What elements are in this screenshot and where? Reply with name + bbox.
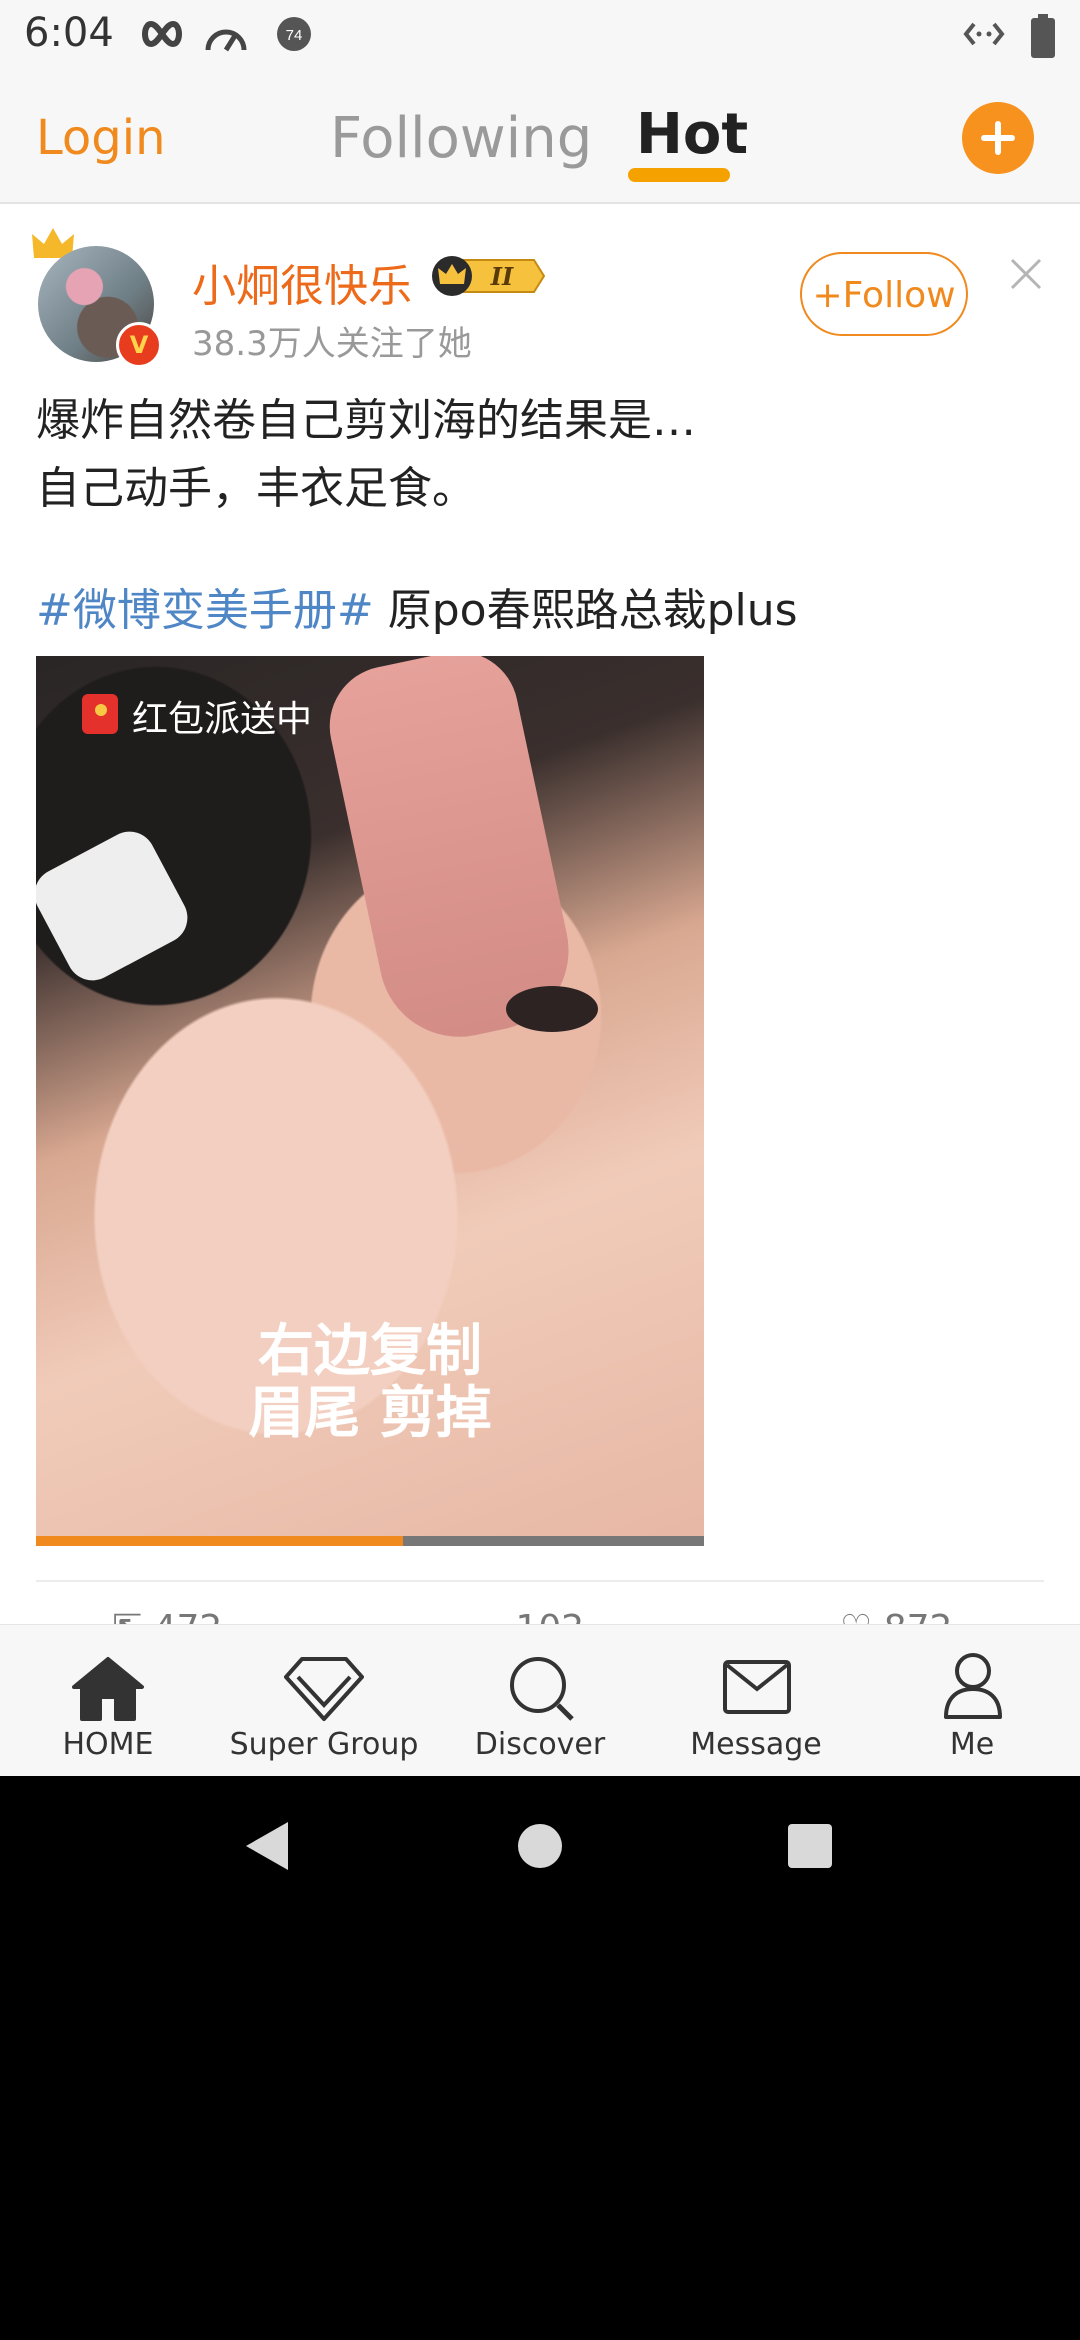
status-bar: 6:04 74 [0,0,1080,72]
diamond-icon [282,1653,366,1727]
tab-home[interactable]: HOME [0,1625,216,1776]
tab-hot[interactable]: Hot [636,102,748,167]
status-time: 6:04 [24,10,114,56]
tab-discover-label: Discover [474,1727,606,1762]
follower-count: 38.3万人关注了她 [192,324,472,364]
tab-home-label: HOME [62,1727,154,1762]
speedometer-icon [202,16,250,60]
tab-message[interactable]: Message [648,1625,864,1776]
notification-badge-icon: 74 [276,16,312,56]
video-player[interactable]: 红包派送中 右边复制 眉尾 剪掉 [36,656,704,1546]
search-icon [506,1653,576,1727]
eye [506,986,598,1032]
red-envelope-icon [82,694,118,734]
android-nav-bar [0,1776,1080,1916]
tab-super-group[interactable]: Super Group [216,1625,432,1776]
top-nav: Login Following Hot [0,72,1080,204]
username[interactable]: 小炯很快乐 [192,250,412,314]
home-circle-icon[interactable] [516,1822,564,1874]
verified-icon: V [116,322,162,368]
tab-discover[interactable]: Discover [432,1625,648,1776]
home-icon [70,1653,146,1727]
svg-text:II: II [490,262,514,291]
back-icon[interactable] [242,1820,290,1876]
tab-me[interactable]: Me [864,1625,1080,1776]
hashtag-link[interactable]: #微博变美手册# [36,585,374,636]
divider [36,1580,1044,1582]
tab-super-group-label: Super Group [229,1727,419,1762]
tab-me-label: Me [949,1727,995,1762]
tab-following[interactable]: Following [330,106,592,171]
hair-clip [36,822,197,990]
compose-button[interactable] [962,102,1034,174]
person-icon [942,1651,1004,1725]
video-caption-line2: 眉尾 剪掉 [248,1381,492,1446]
infinity-icon [140,16,184,56]
screen: 6:04 74 Login Following Hot V 小炯很快乐 II 3… [0,0,1080,1776]
envelope-icon [722,1659,792,1719]
tab-message-label: Message [690,1727,822,1762]
close-icon[interactable] [1008,256,1044,296]
red-envelope-label: 红包派送中 [132,699,313,740]
post-text-line3: #微博变美手册# 原po春熙路总裁plus [36,574,798,638]
post-text-line1: 爆炸自然卷自己剪刘海的结果是… [36,395,696,446]
plus-icon [981,121,1015,155]
svg-text:74: 74 [286,27,303,44]
follow-button[interactable]: +Follow [800,252,968,336]
active-tab-indicator [628,168,730,182]
login-link[interactable]: Login [36,110,166,166]
recents-icon[interactable] [786,1822,834,1874]
post-text-rest: 原po春熙路总裁plus [373,585,798,636]
post-text-line2: 自己动手，丰衣足食。 [36,463,476,514]
member-badge-icon[interactable]: II [430,254,546,302]
battery-icon [1030,14,1056,62]
data-arrows-icon [962,14,1006,58]
video-progress-fill [36,1536,404,1546]
bottom-tab-bar: HOME Super Group Discover Message Me [0,1624,1080,1776]
